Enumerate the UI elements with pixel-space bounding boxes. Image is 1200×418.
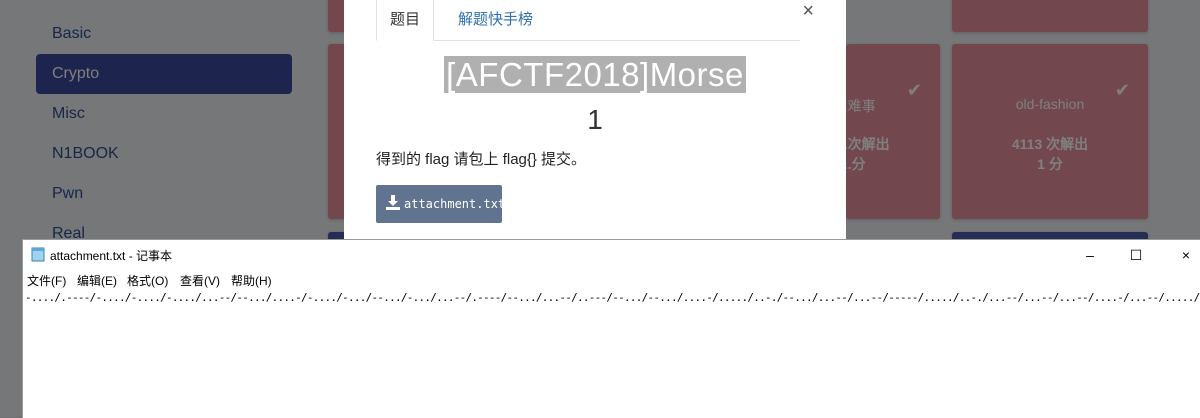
window-close-icon[interactable]: × (1171, 243, 1200, 267)
attachment-label: attachment.txt (404, 197, 506, 211)
notepad-icon (31, 247, 45, 262)
challenge-description: 得到的 flag 请包上 flag{} 提交。 (376, 151, 587, 168)
minimize-icon[interactable]: – (1075, 243, 1105, 267)
challenge-modal: 题目 解题快手榜 × [AFCTF2018]Morse 1 得到的 flag 请… (344, 0, 846, 240)
challenge-title-text: [AFCTF2018]Morse (444, 56, 746, 93)
menu-file[interactable]: 文件(F) (27, 272, 66, 289)
modal-tabs: 题目 解题快手榜 (376, 0, 800, 41)
notepad-title: attachment.txt - 记事本 (50, 249, 173, 263)
challenge-title: [AFCTF2018]Morse (344, 56, 846, 94)
attachment-download-button[interactable]: attachment.txt (376, 185, 506, 223)
close-icon[interactable]: × (802, 0, 814, 23)
notepad-window: attachment.txt - 记事本 – ☐ × 文件(F) 编辑(E) 格… (22, 239, 1200, 418)
menu-help[interactable]: 帮助(H) (231, 272, 272, 289)
notepad-titlebar[interactable]: attachment.txt - 记事本 – ☐ × (23, 240, 1200, 270)
notepad-menubar: 文件(F) 编辑(E) 格式(O) 查看(V) 帮助(H) (23, 270, 1200, 290)
menu-view[interactable]: 查看(V) (180, 272, 220, 289)
notepad-text-area[interactable]: -..../.----/-..../-..../-..../...--/--..… (25, 291, 1200, 309)
menu-format[interactable]: 格式(O) (127, 272, 168, 289)
tab-solve-ranking[interactable]: 解题快手榜 (458, 0, 533, 40)
menu-edit[interactable]: 编辑(E) (77, 272, 117, 289)
download-icon (386, 195, 400, 210)
challenge-score: 1 (587, 104, 603, 135)
maximize-icon[interactable]: ☐ (1121, 243, 1151, 267)
tab-challenge[interactable]: 题目 (376, 0, 434, 41)
